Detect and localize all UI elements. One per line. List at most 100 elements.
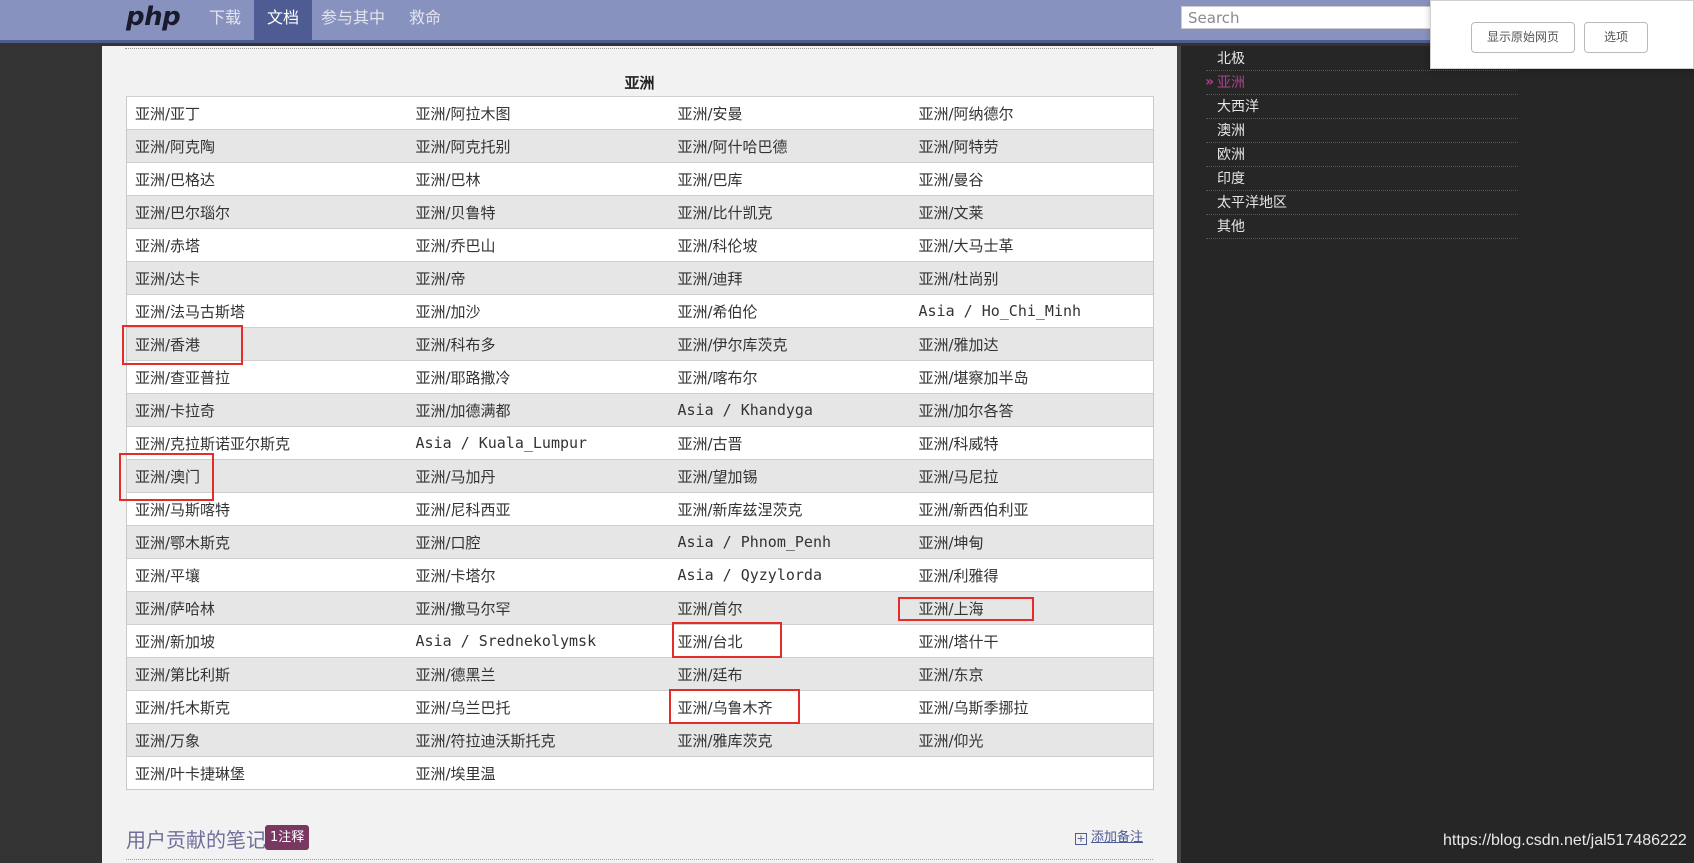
options-button[interactable]: 选项 xyxy=(1584,22,1648,53)
timezone-cell: 亚洲/大马士革 xyxy=(910,228,1154,262)
table-row: 亚洲/平壤 亚洲/卡塔尔 Asia / Qyzylorda 亚洲/利雅得 xyxy=(126,558,1154,592)
table-row: 亚洲/第比利斯 亚洲/德黑兰 亚洲/廷布 亚洲/东京 xyxy=(126,657,1154,691)
table-row: 亚洲/赤塔 亚洲/乔巴山 亚洲/科伦坡 亚洲/大马士革 xyxy=(126,228,1154,262)
timezone-cell: 亚洲/马尼拉 xyxy=(910,459,1154,493)
add-note-label: 添加备注 xyxy=(1091,830,1144,845)
timezone-cell: 亚洲/鄂木斯克 xyxy=(126,525,408,559)
bottom-divider xyxy=(126,859,1153,860)
timezone-cell: 亚洲/埃里温 xyxy=(407,756,670,790)
table-row: 亚洲/托木斯克 亚洲/乌兰巴托 亚洲/乌鲁木齐 亚洲/乌斯季挪拉 xyxy=(126,690,1154,724)
timezone-cell: Asia / Phnom_Penh xyxy=(669,525,911,559)
timezone-cell xyxy=(910,756,1154,790)
table-row: 亚洲/鄂木斯克 亚洲/口腔 Asia / Phnom_Penh 亚洲/坤甸 xyxy=(126,525,1154,559)
watermark-text: https://blog.csdn.net/jal517486222 xyxy=(1443,832,1687,849)
sidebar-item-indian[interactable]: 印度 xyxy=(1206,167,1518,191)
table-title: 亚洲 xyxy=(624,74,655,92)
timezone-cell: Asia / Srednekolymsk xyxy=(407,624,670,658)
translate-popup: 显示原始网页 选项 xyxy=(1430,0,1694,69)
timezone-cell: 亚洲/亚丁 xyxy=(126,96,408,130)
timezone-cell: 亚洲/喀布尔 xyxy=(669,360,911,394)
table-row: 亚洲/澳门 亚洲/马加丹 亚洲/望加锡 亚洲/马尼拉 xyxy=(126,459,1154,493)
timezone-cell: 亚洲/廷布 xyxy=(669,657,911,691)
timezone-cell: 亚洲/阿特劳 xyxy=(910,129,1154,163)
timezone-cell: 亚洲/法马古斯塔 xyxy=(126,294,408,328)
timezone-cell: 亚洲/雅加达 xyxy=(910,327,1154,361)
timezone-cell: 亚洲/比什凯克 xyxy=(669,195,911,229)
timezone-cell: 亚洲/阿克陶 xyxy=(126,129,408,163)
timezone-cell: 亚洲/文莱 xyxy=(910,195,1154,229)
table-row: 亚洲/萨哈林 亚洲/撒马尔罕 亚洲/首尔 亚洲/上海 xyxy=(126,591,1154,625)
sidebar-separator xyxy=(1177,46,1181,863)
timezone-cell: 亚洲/加德满都 xyxy=(407,393,670,427)
table-row: 亚洲/达卡 亚洲/帝 亚洲/迪拜 亚洲/杜尚别 xyxy=(126,261,1154,295)
sidebar-item-pacific[interactable]: 太平洋地区 xyxy=(1206,191,1518,215)
php-logo[interactable]: php xyxy=(126,2,181,32)
timezone-cell: 亚洲/迪拜 xyxy=(669,261,911,295)
add-note-link[interactable]: + 添加备注 xyxy=(1075,826,1143,845)
sidebar-item-atlantic[interactable]: 大西洋 xyxy=(1206,95,1518,119)
timezone-cell: 亚洲/乌鲁木齐 xyxy=(669,690,911,724)
notes-count-badge: 1注释 xyxy=(265,825,310,850)
timezone-cell: 亚洲/马加丹 xyxy=(407,459,670,493)
table-row: 亚洲/万象 亚洲/符拉迪沃斯托克 亚洲/雅库茨克 亚洲/仰光 xyxy=(126,723,1154,757)
table-row: 亚洲/香港 亚洲/科布多 亚洲/伊尔库茨克 亚洲/雅加达 xyxy=(126,327,1154,361)
timezone-cell: 亚洲/阿什哈巴德 xyxy=(669,129,911,163)
table-row: 亚洲/巴格达 亚洲/巴林 亚洲/巴库 亚洲/曼谷 xyxy=(126,162,1154,196)
table-row: 亚洲/新加坡 Asia / Srednekolymsk 亚洲/台北 亚洲/塔什干 xyxy=(126,624,1154,658)
timezone-cell: 亚洲/符拉迪沃斯托克 xyxy=(407,723,670,757)
timezone-cell: 亚洲/科伦坡 xyxy=(669,228,911,262)
timezone-cell: 亚洲/贝鲁特 xyxy=(407,195,670,229)
sidebar-item-australia[interactable]: 澳洲 xyxy=(1206,119,1518,143)
table-row: 亚洲/法马古斯塔 亚洲/加沙 亚洲/希伯伦 Asia / Ho_Chi_Minh xyxy=(126,294,1154,328)
nav-link-documentation[interactable]: 文档 xyxy=(254,0,313,40)
timezone-cell: 亚洲/新库兹涅茨克 xyxy=(669,492,911,526)
timezone-cell: 亚洲/坤甸 xyxy=(910,525,1154,559)
sidebar-item-asia[interactable]: 亚洲 xyxy=(1205,70,1518,95)
timezone-cell: 亚洲/阿克托别 xyxy=(407,129,670,163)
table-row: 亚洲/叶卡捷琳堡 亚洲/埃里温 xyxy=(126,756,1154,790)
timezone-cell: 亚洲/卡拉奇 xyxy=(126,393,408,427)
timezone-cell: 亚洲/达卡 xyxy=(126,261,408,295)
nav-link-help[interactable]: 救命 xyxy=(396,0,454,40)
timezone-cell: 亚洲/堪察加半岛 xyxy=(910,360,1154,394)
timezone-cell: 亚洲/克拉斯诺亚尔斯克 xyxy=(126,426,408,460)
top-divider xyxy=(125,48,1153,49)
timezone-cell: 亚洲/万象 xyxy=(126,723,408,757)
timezone-cell: 亚洲/口腔 xyxy=(407,525,670,559)
sidebar-item-europe[interactable]: 欧洲 xyxy=(1206,143,1518,167)
timezone-cell: 亚洲/科威特 xyxy=(910,426,1154,460)
table-row: 亚洲/克拉斯诺亚尔斯克 Asia / Kuala_Lumpur 亚洲/古晋 亚洲/科威… xyxy=(126,426,1154,460)
timezone-cell: 亚洲/阿拉木图 xyxy=(407,96,670,130)
timezone-cell: 亚洲/托木斯克 xyxy=(126,690,408,724)
timezone-cell: 亚洲/乌兰巴托 xyxy=(407,690,670,724)
timezone-cell: 亚洲/帝 xyxy=(407,261,670,295)
timezone-cell: 亚洲/加沙 xyxy=(407,294,670,328)
timezone-cell: 亚洲/澳门 xyxy=(126,459,408,493)
timezone-cell: 亚洲/上海 xyxy=(910,591,1154,625)
timezone-cell xyxy=(669,756,911,790)
timezone-table: 亚洲/亚丁 亚洲/阿拉木图 亚洲/安曼 亚洲/阿纳德尔 亚洲/阿克陶 亚洲/阿克托别 亚洲/… xyxy=(126,96,1154,790)
timezone-cell: 亚洲/希伯伦 xyxy=(669,294,911,328)
timezone-cell: 亚洲/耶路撒冷 xyxy=(407,360,670,394)
timezone-cell: 亚洲/东京 xyxy=(910,657,1154,691)
timezone-cell: 亚洲/巴库 xyxy=(669,162,911,196)
sidebar-item-others[interactable]: 其他 xyxy=(1206,215,1518,239)
timezone-cell: Asia / Khandyga xyxy=(669,393,911,427)
timezone-cell: 亚洲/塔什干 xyxy=(910,624,1154,658)
search-input[interactable] xyxy=(1181,6,1441,29)
timezone-cell: 亚洲/利雅得 xyxy=(910,558,1154,592)
timezone-cell: 亚洲/伊尔库茨克 xyxy=(669,327,911,361)
timezone-cell: Asia / Kuala_Lumpur xyxy=(407,426,670,460)
nav-link-downloads[interactable]: 下载 xyxy=(196,0,254,40)
timezone-cell: 亚洲/香港 xyxy=(126,327,408,361)
timezone-cell: 亚洲/科布多 xyxy=(407,327,670,361)
table-row: 亚洲/查亚普拉 亚洲/耶路撒冷 亚洲/喀布尔 亚洲/堪察加半岛 xyxy=(126,360,1154,394)
timezone-cell: 亚洲/首尔 xyxy=(669,591,911,625)
timezone-cell: 亚洲/查亚普拉 xyxy=(126,360,408,394)
show-original-button[interactable]: 显示原始网页 xyxy=(1471,22,1575,53)
timezone-cell: 亚洲/曼谷 xyxy=(910,162,1154,196)
timezone-cell: Asia / Ho_Chi_Minh xyxy=(910,294,1154,328)
timezone-cell: 亚洲/新加坡 xyxy=(126,624,408,658)
left-margin xyxy=(0,46,102,863)
nav-link-get-involved[interactable]: 参与其中 xyxy=(308,0,398,40)
